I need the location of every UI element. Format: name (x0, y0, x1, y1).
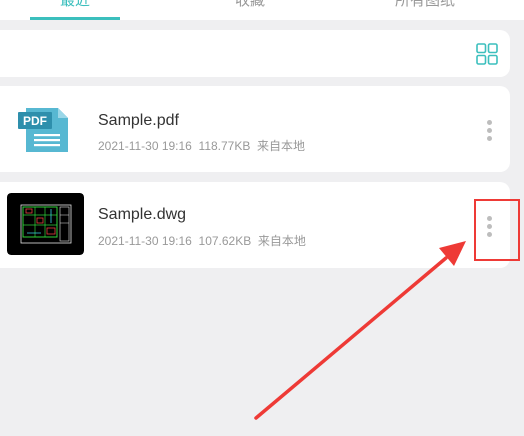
annotation-arrow-icon (254, 241, 466, 420)
